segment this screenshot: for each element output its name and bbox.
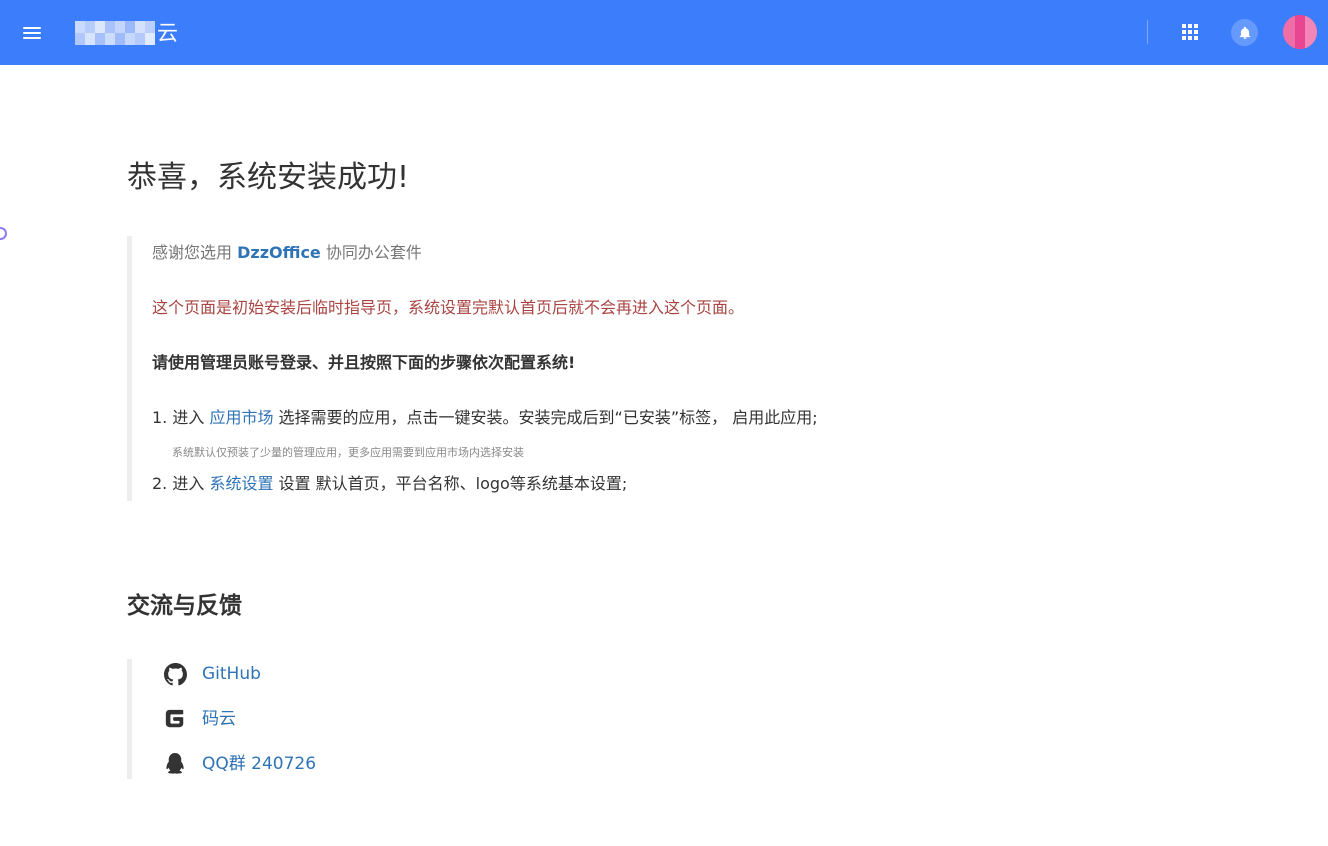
qq-icon (162, 751, 188, 777)
github-icon (162, 661, 188, 687)
step-1-hint: 系统默认仅预装了少量的管理应用，更多应用需要到应用市场内选择安装 (172, 446, 524, 459)
step-1-prefix: 1. 进入 (152, 408, 210, 427)
notification-button[interactable] (1231, 19, 1258, 46)
step-1-suffix: 选择需要的应用，点击一键安装。安装完成后到“已安装”标签， 启用此应用; (273, 408, 818, 427)
admin-instruction: 请使用管理员账号登录、并且按照下面的步骤依次配置系统! (152, 353, 576, 372)
step-2: 2. 进入 系统设置 设置 默认首页，平台名称、logo等系统基本设置; (152, 473, 627, 495)
page-title: 恭喜，系统安装成功! (127, 160, 410, 195)
top-navbar: 云 (0, 0, 1328, 65)
step-1: 1. 进入 应用市场 选择需要的应用，点击一键安装。安装完成后到“已安装”标签，… (152, 407, 818, 429)
dzzoffice-brand-link[interactable]: DzzOffice (237, 243, 321, 262)
feedback-title: 交流与反馈 (127, 593, 242, 619)
app-name-suffix: 云 (157, 21, 178, 45)
app-brand[interactable]: 云 (75, 18, 178, 48)
app-market-link[interactable]: 应用市场 (209, 408, 273, 427)
bell-icon (1239, 26, 1250, 39)
grid-apps-icon[interactable] (1178, 20, 1202, 44)
user-avatar[interactable] (1283, 15, 1317, 49)
gitee-link-label: 码云 (202, 709, 236, 729)
navbar-divider (1147, 20, 1148, 44)
temporary-page-warning: 这个页面是初始安装后临时指导页，系统设置完默认首页后就不会再进入这个页面。 (152, 298, 745, 317)
thanks-suffix: 协同办公套件 (320, 243, 422, 262)
thanks-prefix: 感谢您选用 (152, 243, 238, 262)
qq-group-link[interactable]: QQ群 240726 (162, 749, 316, 779)
gitee-icon (162, 706, 188, 732)
hamburger-menu-icon[interactable] (20, 22, 44, 44)
step-2-prefix: 2. 进入 (152, 474, 210, 493)
step-2-suffix: 设置 默认首页，平台名称、logo等系统基本设置; (273, 474, 628, 493)
install-guide-blockquote: 感谢您选用 DzzOffice 协同办公套件 这个页面是初始安装后临时指导页，系… (127, 236, 1127, 501)
floating-edge-handle[interactable] (0, 227, 7, 240)
github-link-label: GitHub (202, 664, 261, 684)
gitee-link[interactable]: 码云 (162, 704, 236, 734)
feedback-links-list: GitHub 码云 QQ群 240726 (127, 659, 527, 779)
system-settings-link[interactable]: 系统设置 (209, 474, 273, 493)
qq-group-link-label: QQ群 240726 (202, 754, 317, 774)
thanks-line: 感谢您选用 DzzOffice 协同办公套件 (152, 242, 422, 264)
brand-logo-pixelated (75, 21, 155, 45)
github-link[interactable]: GitHub (162, 659, 261, 689)
